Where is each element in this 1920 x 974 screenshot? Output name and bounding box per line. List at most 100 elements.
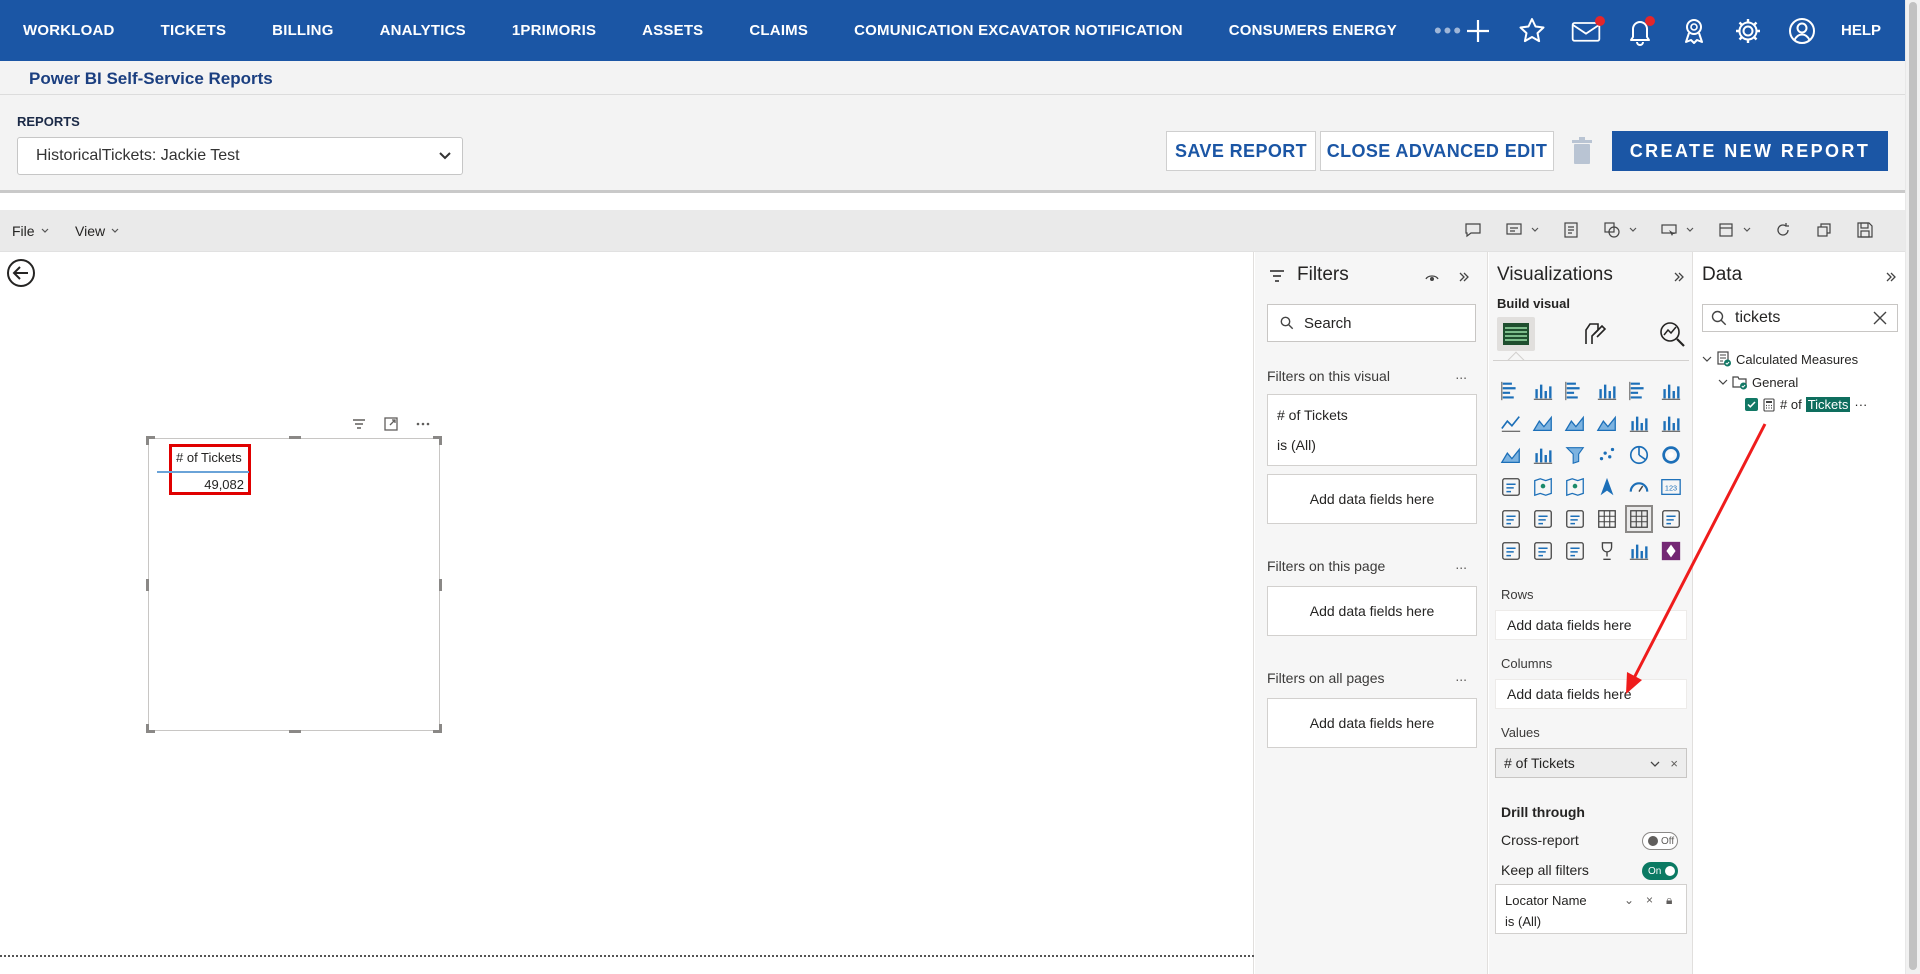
nav-billing[interactable]: BILLING — [272, 22, 333, 39]
bell-icon[interactable] — [1624, 15, 1656, 47]
star-icon[interactable] — [1516, 15, 1548, 47]
award-icon[interactable] — [1678, 15, 1710, 47]
nav-1primoris[interactable]: 1PRIMORIS — [512, 22, 596, 39]
resize-handle[interactable] — [289, 436, 301, 439]
clear-search-icon[interactable] — [1871, 309, 1889, 327]
resize-handle[interactable] — [439, 436, 442, 445]
resize-handle[interactable] — [289, 730, 301, 733]
plus-icon[interactable] — [1462, 15, 1494, 47]
visual-type-stacked-bar-icon[interactable] — [1499, 379, 1523, 403]
resize-handle[interactable] — [439, 579, 442, 591]
visual-type-filled-map-icon[interactable] — [1563, 475, 1587, 499]
lock-icon[interactable]: 🔒︎ — [1666, 893, 1672, 908]
nav-claims[interactable]: CLAIMS — [749, 22, 808, 39]
visual-type-key-influencers-icon[interactable] — [1499, 539, 1523, 563]
visual-type-donut-icon[interactable] — [1659, 443, 1683, 467]
tree-folder-general[interactable]: General — [1718, 374, 1798, 390]
visual-type-line-column-icon[interactable] — [1627, 411, 1651, 435]
help-link[interactable]: HELP — [1841, 22, 1881, 39]
nav-communication-excavator[interactable]: COMUNICATION EXCAVATOR NOTIFICATION — [854, 22, 1183, 39]
visual-type-table-icon[interactable] — [1595, 507, 1619, 531]
filter-icon[interactable] — [350, 415, 368, 433]
messages-icon[interactable] — [1570, 15, 1605, 47]
duplicate-icon[interactable] — [1814, 220, 1834, 240]
remove-field-icon[interactable]: × — [1646, 893, 1653, 907]
report-canvas[interactable]: # of Tickets 49,082 — [0, 252, 1254, 974]
chevron-down-icon[interactable]: ⌄ — [1624, 893, 1634, 907]
button-icon[interactable] — [1659, 220, 1679, 240]
analytics-tab-icon[interactable] — [1653, 317, 1691, 351]
chevron-down-icon[interactable] — [1650, 759, 1660, 769]
visual-type-gauge-icon[interactable] — [1627, 475, 1651, 499]
scrollbar-thumb[interactable] — [1909, 2, 1917, 970]
build-visual-tab-icon[interactable] — [1497, 317, 1535, 351]
more-options-icon[interactable] — [414, 415, 432, 433]
resize-handle[interactable] — [146, 724, 149, 733]
visual-type-100-column-icon[interactable] — [1659, 379, 1683, 403]
visual-type-stacked-area-icon[interactable] — [1563, 411, 1587, 435]
data-search-input[interactable]: tickets — [1702, 304, 1898, 332]
resize-handle[interactable] — [146, 436, 149, 445]
filters-all-dropzone[interactable]: Add data fields here — [1267, 698, 1477, 748]
visual-type-pie-icon[interactable] — [1627, 443, 1651, 467]
filters-search-input[interactable]: Search — [1267, 304, 1476, 342]
more-options-icon[interactable]: ... — [1455, 668, 1467, 684]
visual-type-power-apps-icon[interactable] — [1659, 539, 1683, 563]
view-menu[interactable]: View — [75, 223, 120, 239]
report-select[interactable]: HistoricalTickets: Jackie Test — [17, 137, 463, 175]
nav-analytics[interactable]: ANALYTICS — [380, 22, 466, 39]
values-field-tickets[interactable]: # of Tickets × — [1495, 748, 1687, 778]
visual-type-funnel-icon[interactable] — [1563, 443, 1587, 467]
format-visual-tab-icon[interactable] — [1575, 317, 1613, 351]
visual-type-card-icon[interactable]: 123 — [1659, 475, 1683, 499]
table-visual[interactable]: # of Tickets 49,082 — [146, 436, 442, 733]
visual-type-clustered-bar-icon[interactable] — [1563, 379, 1587, 403]
collapse-pane-icon[interactable] — [1884, 270, 1898, 284]
visual-type-100-bar-icon[interactable] — [1627, 379, 1651, 403]
visual-type-decomposition-icon[interactable] — [1659, 507, 1683, 531]
save-icon[interactable] — [1855, 220, 1875, 240]
visual-type-azure-map-icon[interactable] — [1595, 475, 1619, 499]
visual-type-paginated-icon[interactable] — [1595, 539, 1619, 563]
visual-type-metrics-icon[interactable] — [1627, 539, 1651, 563]
comment-icon[interactable] — [1463, 220, 1483, 240]
visual-type-multi-row-card-icon[interactable] — [1499, 507, 1523, 531]
textbox-icon[interactable] — [1504, 220, 1524, 240]
nav-assets[interactable]: ASSETS — [642, 22, 703, 39]
text-icon[interactable] — [1561, 220, 1581, 240]
chevron-down-icon[interactable] — [1628, 225, 1638, 235]
chevron-down-icon[interactable] — [1530, 225, 1540, 235]
more-options-icon[interactable]: ... — [1455, 366, 1467, 382]
tree-table-calculated-measures[interactable]: Calculated Measures — [1702, 351, 1858, 367]
visual-type-smart-narrative-icon[interactable] — [1563, 539, 1587, 563]
eye-icon[interactable] — [1425, 270, 1439, 284]
visual-type-kpi-icon[interactable] — [1531, 507, 1555, 531]
columns-dropzone[interactable]: Add data fields here — [1495, 679, 1687, 709]
close-advanced-edit-button[interactable]: CLOSE ADVANCED EDIT — [1320, 131, 1554, 171]
rows-dropzone[interactable]: Add data fields here — [1495, 610, 1687, 640]
more-options-icon[interactable]: ... — [1455, 556, 1467, 572]
page-scrollbar[interactable] — [1905, 0, 1920, 974]
visual-type-line-icon[interactable] — [1499, 411, 1523, 435]
field-checkbox[interactable] — [1745, 398, 1758, 411]
visual-type-100-area-icon[interactable] — [1595, 411, 1619, 435]
visual-type-qa-icon[interactable] — [1531, 539, 1555, 563]
visual-type-waterfall-icon[interactable] — [1531, 443, 1555, 467]
gear-icon[interactable] — [1732, 15, 1764, 47]
drill-field-locator[interactable]: Locator Name is (All) ⌄ × 🔒︎ — [1495, 884, 1687, 934]
visual-type-treemap-icon[interactable] — [1499, 475, 1523, 499]
nav-workload[interactable]: WORKLOAD — [23, 22, 115, 39]
resize-handle[interactable] — [146, 579, 149, 591]
visual-type-matrix-icon[interactable] — [1625, 505, 1653, 533]
focus-mode-icon[interactable] — [382, 415, 400, 433]
visual-type-scatter-icon[interactable] — [1595, 443, 1619, 467]
filters-page-dropzone[interactable]: Add data fields here — [1267, 586, 1477, 636]
more-options-icon[interactable]: ··· — [1854, 397, 1867, 412]
visual-type-area-icon[interactable] — [1531, 411, 1555, 435]
visual-type-line-clustered-icon[interactable] — [1659, 411, 1683, 435]
shapes-icon[interactable] — [1602, 220, 1622, 240]
visual-type-clustered-column-icon[interactable] — [1595, 379, 1619, 403]
tree-field-tickets[interactable]: # of Tickets ··· — [1745, 397, 1867, 412]
nav-consumers-energy[interactable]: CONSUMERS ENERGY — [1229, 22, 1397, 39]
remove-field-icon[interactable]: × — [1670, 756, 1678, 771]
